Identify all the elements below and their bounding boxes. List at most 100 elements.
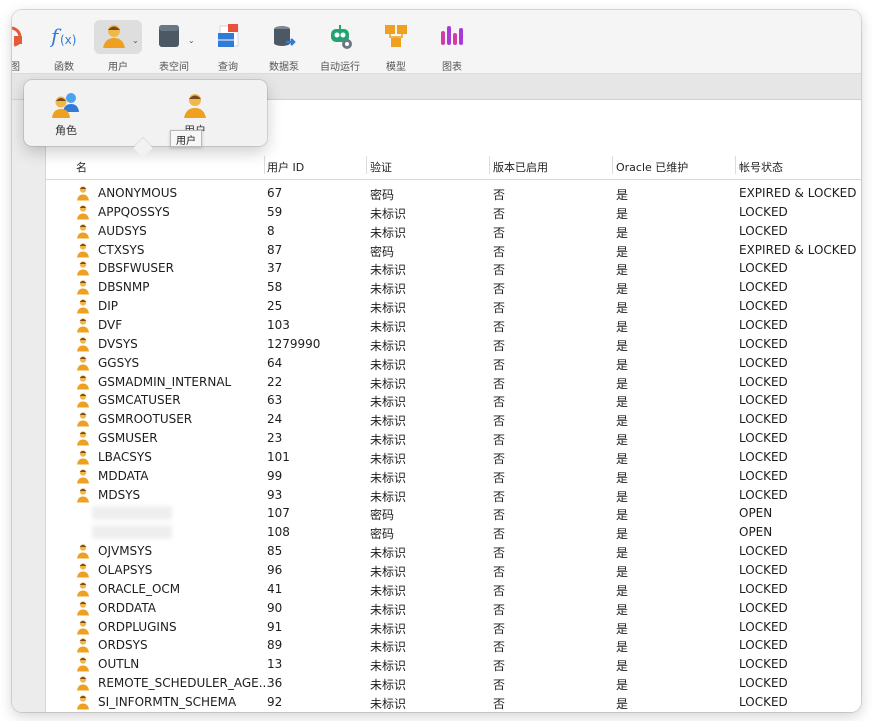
cell-user-id: 25 <box>267 299 283 314</box>
cell-authentication: 未标识 <box>370 319 407 334</box>
toolbar-automation-button[interactable]: 自动运行 <box>312 18 368 73</box>
cell-editions-enabled: 否 <box>493 338 506 353</box>
table-row[interactable]: OLAPSYS 96 未标识 否 是 LOCKED <box>46 561 861 580</box>
column-header-oracle-maintained[interactable]: Oracle 已维护 <box>616 159 688 175</box>
cell-account-status: LOCKED <box>739 355 788 370</box>
cell-oracle-maintained: 是 <box>616 602 629 617</box>
cell-oracle-maintained: 是 <box>616 188 629 202</box>
toolbar-label: 表空间 <box>159 62 189 73</box>
table-row[interactable]: GSMCATUSER 63 未标识 否 是 LOCKED <box>46 391 861 410</box>
cell-name: OLAPSYS <box>98 563 153 577</box>
chevron-down-icon: ⌄ <box>132 36 139 45</box>
cell-account-status: OPEN <box>739 525 773 540</box>
cell-account-status: LOCKED <box>739 374 788 389</box>
table-row[interactable]: ORDSYS 89 未标识 否 是 LOCKED <box>46 636 861 655</box>
cell-user-id: 87 <box>267 242 283 257</box>
cell-account-status: LOCKED <box>739 336 788 351</box>
toolbar-view-button[interactable]: 视图 <box>12 18 38 73</box>
column-header-name[interactable]: 名 <box>76 159 87 175</box>
table-row[interactable]: SI_INFORMTN_SCHEMA 92 未标识 否 是 LOCKED <box>46 693 861 712</box>
cell-name: GSMADMIN_INTERNAL <box>98 374 232 389</box>
table-row[interactable]: DVSYS 1279990 未标识 否 是 LOCKED <box>46 335 861 354</box>
cell-editions-enabled: 否 <box>493 188 506 202</box>
table-row[interactable]: DBSNMP 58 未标识 否 是 LOCKED <box>46 278 861 297</box>
toolbar-function-button[interactable]: f (x) 函数 <box>36 18 92 73</box>
table-row[interactable]: 107 密码 否 是 OPEN <box>46 504 861 523</box>
cell-user-id: 1279990 <box>267 336 321 351</box>
table-row[interactable]: MDSYS 93 未标识 否 是 LOCKED <box>46 486 861 505</box>
cell-authentication: 未标识 <box>370 263 407 278</box>
cell-user-id: 91 <box>267 619 283 634</box>
cell-oracle-maintained: 是 <box>616 546 629 561</box>
column-header-editions-enabled[interactable]: 版本已启用 <box>493 159 548 175</box>
cell-authentication: 未标识 <box>370 696 407 711</box>
toolbar-data-pump-button[interactable]: 数据泵 <box>256 18 312 73</box>
cell-editions-enabled: 否 <box>493 357 506 372</box>
toolbar-tablespace-button[interactable]: ⌄ 表空间 <box>146 18 202 73</box>
table-row[interactable]: GSMUSER 23 未标识 否 是 LOCKED <box>46 429 861 448</box>
cell-authentication: 未标识 <box>370 640 407 655</box>
table-row[interactable]: ORDDATA 90 未标识 否 是 LOCKED <box>46 599 861 618</box>
table-row[interactable]: LBACSYS 101 未标识 否 是 LOCKED <box>46 448 861 467</box>
cell-user-id: 41 <box>267 581 283 596</box>
table-row[interactable]: DIP 25 未标识 否 是 LOCKED <box>46 297 861 316</box>
toolbar-query-button[interactable]: 查询 <box>200 18 256 73</box>
cell-account-status: LOCKED <box>739 299 788 314</box>
cell-account-status: EXPIRED & LOCKED <box>739 186 857 200</box>
table-row[interactable]: CTXSYS 87 密码 否 是 EXPIRED & LOCKED <box>46 241 861 260</box>
cell-editions-enabled: 否 <box>493 319 506 334</box>
toolbar-label: 自动运行 <box>320 62 360 73</box>
cell-name: DVF <box>98 317 123 332</box>
table-row[interactable]: REMOTE_SCHEDULER_AGE... 36 未标识 否 是 LOCKED <box>46 674 861 693</box>
cell-authentication: 未标识 <box>370 489 407 504</box>
table-row[interactable]: AUDSYS 8 未标识 否 是 LOCKED <box>46 222 861 241</box>
table-row[interactable]: APPQOSSYS 59 未标识 否 是 LOCKED <box>46 203 861 222</box>
table-row[interactable]: OUTLN 13 未标识 否 是 LOCKED <box>46 655 861 674</box>
column-header-authentication[interactable]: 验证 <box>370 159 392 175</box>
toolbar-model-button[interactable]: 模型 <box>368 18 424 73</box>
toolbar: 视图 f(x) 函数 ⌄ 用户 ⌄ 表空间 <box>12 10 861 74</box>
cell-name: CTXSYS <box>98 242 145 257</box>
user-icon <box>76 223 90 239</box>
table-row[interactable]: GSMROOTUSER 24 未标识 否 是 LOCKED <box>46 410 861 429</box>
cell-editions-enabled: 否 <box>493 433 506 448</box>
cell-user-id: 101 <box>267 449 290 464</box>
user-icon <box>76 185 90 201</box>
table-row[interactable]: ORDPLUGINS 91 未标识 否 是 LOCKED <box>46 618 861 637</box>
table-row[interactable]: MDDATA 99 未标识 否 是 LOCKED <box>46 467 861 486</box>
table-row[interactable]: DBSFWUSER 37 未标识 否 是 LOCKED <box>46 259 861 278</box>
table-row[interactable]: ANONYMOUS 67 密码 否 是 EXPIRED & LOCKED <box>46 184 861 203</box>
user-icon <box>76 336 90 352</box>
cell-oracle-maintained: 是 <box>616 621 629 636</box>
table-row[interactable]: OJVMSYS 85 未标识 否 是 LOCKED <box>46 542 861 561</box>
cell-user-id: 59 <box>267 204 283 219</box>
user-icon <box>76 581 90 597</box>
cell-oracle-maintained: 是 <box>616 508 629 523</box>
cell-oracle-maintained: 是 <box>616 565 629 579</box>
table-row[interactable]: GGSYS 64 未标识 否 是 LOCKED <box>46 354 861 373</box>
cell-editions-enabled: 否 <box>493 376 506 391</box>
cell-user-id: 13 <box>267 657 283 672</box>
column-header-account-status[interactable]: 帐号状态 <box>739 159 783 175</box>
user-icon <box>76 204 90 220</box>
cell-oracle-maintained: 是 <box>616 470 629 485</box>
cell-user-id: 89 <box>267 638 283 653</box>
cell-editions-enabled: 否 <box>493 244 506 259</box>
table-row[interactable]: 108 密码 否 是 OPEN <box>46 523 861 542</box>
column-header-user-id[interactable]: 用户 ID <box>267 159 304 175</box>
user-icon <box>178 90 212 120</box>
user-icon <box>76 562 90 578</box>
popover-role-button[interactable]: 角色 <box>36 88 96 142</box>
toolbar-chart-button[interactable]: 图表 <box>424 18 480 73</box>
table-row[interactable]: ORACLE_OCM 41 未标识 否 是 LOCKED <box>46 580 861 599</box>
cell-editions-enabled: 否 <box>493 640 506 655</box>
cell-user-id: 24 <box>267 412 283 427</box>
table-row[interactable]: DVF 103 未标识 否 是 LOCKED <box>46 316 861 335</box>
cell-account-status: LOCKED <box>739 638 788 653</box>
toolbar-user-button[interactable]: ⌄ 用户 <box>90 18 146 73</box>
cell-oracle-maintained: 是 <box>616 395 629 410</box>
cell-authentication: 未标识 <box>370 282 407 297</box>
cell-editions-enabled: 否 <box>493 414 506 429</box>
cell-authentication: 未标识 <box>370 583 407 598</box>
table-row[interactable]: GSMADMIN_INTERNAL 22 未标识 否 是 LOCKED <box>46 373 861 392</box>
